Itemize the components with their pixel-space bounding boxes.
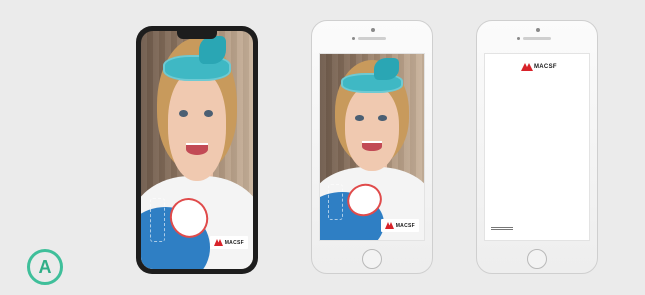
phone-x-screen: MACSF (141, 31, 253, 269)
macsf-logo-icon (521, 63, 533, 71)
macsf-logo: MACSF (521, 63, 557, 71)
phone-8-frame-mockup: MACSF (476, 20, 598, 274)
macsf-logo-word: MACSF (395, 222, 415, 229)
sensor-icon (517, 37, 520, 40)
selfie-photo: MACSF (320, 54, 424, 240)
macsf-logo-icon (213, 239, 223, 246)
skeleton-illustration (149, 197, 166, 243)
speaker-grille (358, 37, 386, 40)
skeleton-illustration (328, 184, 343, 220)
phone-8-selfie-mockup: MACSF (311, 20, 433, 274)
front-camera-icon (371, 28, 375, 32)
selfie-photo: MACSF (141, 31, 253, 269)
fine-print (491, 226, 513, 230)
front-camera-icon (536, 28, 540, 32)
macsf-logo-box: MACSF (209, 236, 248, 249)
sensor-icon (352, 37, 355, 40)
home-button (362, 249, 382, 269)
phone-x-mockup: MACSF (136, 26, 258, 274)
label-badge: A (27, 249, 63, 285)
macsf-logo-word: MACSF (224, 239, 244, 246)
phone-notch (177, 31, 217, 39)
macsf-logo-box: MACSF (380, 219, 419, 232)
speaker-grille (523, 37, 551, 40)
macsf-logo-icon (384, 222, 394, 229)
phone-8-frame-screen: MACSF (484, 53, 590, 241)
badge-label: A (38, 256, 52, 277)
home-button (527, 249, 547, 269)
phone-8-selfie-screen: MACSF (319, 53, 425, 241)
canvas: A MACSF MACSF MACSF (0, 0, 645, 295)
macsf-logo-word: MACSF (534, 64, 557, 70)
